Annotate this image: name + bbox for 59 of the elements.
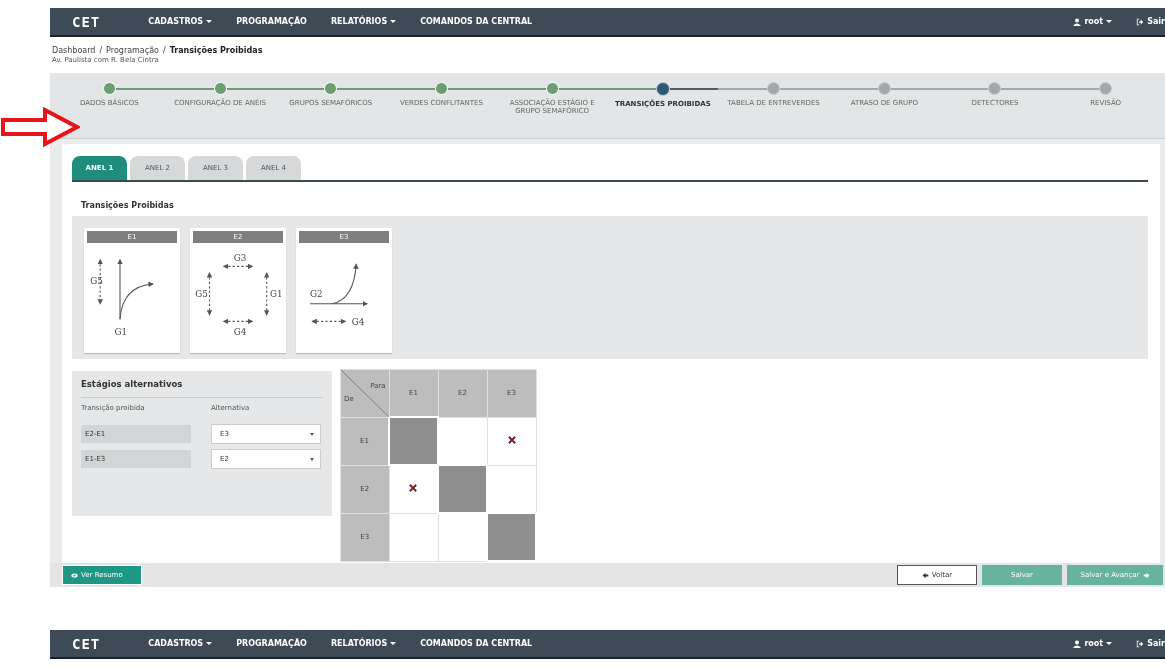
group-label: G2	[310, 289, 323, 300]
matrix-cell[interactable]	[487, 465, 536, 513]
caret-icon	[310, 432, 314, 436]
cross-icon	[507, 436, 516, 444]
breadcrumb-separator: /	[162, 46, 166, 55]
nav-menu-item[interactable]: CADASTROS	[148, 639, 213, 648]
caret-icon	[206, 642, 213, 645]
eye-icon	[71, 571, 78, 579]
user-icon	[1073, 17, 1082, 26]
logout-icon	[1136, 639, 1145, 648]
group-label: G5	[90, 276, 103, 286]
caret-icon	[390, 20, 397, 23]
arrow-right-icon	[1142, 571, 1150, 579]
group-label: G5	[195, 289, 208, 300]
caret-icon	[206, 20, 213, 23]
group-label: G1	[114, 326, 128, 337]
arrow-left-icon	[921, 571, 929, 579]
nav-menu-item[interactable]: CADASTROS	[148, 17, 213, 26]
logo[interactable]: CET	[72, 13, 101, 30]
nav-menu-item[interactable]: PROGRAMAÇÃO	[236, 17, 307, 26]
cross-icon	[409, 484, 418, 493]
step-dot[interactable]	[655, 82, 670, 96]
matrix-cell[interactable]	[389, 513, 438, 561]
nav-menu-item[interactable]: RELATÓRIOS	[330, 17, 397, 26]
group-label: G4	[233, 326, 247, 337]
caret-icon	[1106, 642, 1113, 645]
dashed-arrow-icon	[311, 318, 347, 325]
group-label: G4	[351, 316, 365, 327]
user-icon	[1073, 639, 1082, 648]
logout-link[interactable]: Sair	[1136, 639, 1165, 648]
nav-menu-item[interactable]: RELATÓRIOS	[330, 639, 397, 648]
section-title: Transições Proibidas	[80, 200, 175, 212]
nav-menu-item[interactable]: COMANDOS DA CENTRAL	[420, 17, 533, 26]
user-menu[interactable]: root	[1073, 639, 1113, 648]
caret-icon	[310, 457, 314, 461]
caret-icon	[390, 642, 397, 645]
breadcrumb-current: Transições Proibidas	[169, 46, 263, 55]
logout-icon	[1136, 17, 1145, 26]
matrix-cell[interactable]	[487, 417, 536, 465]
matrix-cell[interactable]	[438, 417, 487, 465]
step-dot[interactable]	[767, 82, 781, 95]
step-dot[interactable]	[988, 82, 1002, 95]
panel-title: Estágios alternativos	[81, 379, 323, 398]
step-dot[interactable]	[1099, 82, 1113, 95]
breadcrumb-separator: /	[99, 46, 103, 55]
nav-menu-item[interactable]: COMANDOS DA CENTRAL	[420, 639, 533, 648]
breadcrumb-link[interactable]: Dashboard	[52, 46, 96, 55]
nav-menu-item[interactable]: PROGRAMAÇÃO	[236, 639, 307, 648]
logo[interactable]: CET	[72, 635, 101, 652]
group-label: G3	[233, 252, 247, 263]
breadcrumb-link[interactable]: Programação	[106, 46, 159, 55]
dashed-arrows-drawing	[206, 263, 270, 325]
logout-link[interactable]: Sair	[1136, 17, 1165, 26]
flow-arrows-drawing	[309, 263, 369, 307]
step-dot[interactable]	[877, 82, 891, 95]
group-label: G1	[270, 289, 281, 300]
user-menu[interactable]: root	[1073, 17, 1113, 26]
caret-icon	[1106, 20, 1113, 23]
flow-arrows-drawing	[117, 258, 154, 320]
